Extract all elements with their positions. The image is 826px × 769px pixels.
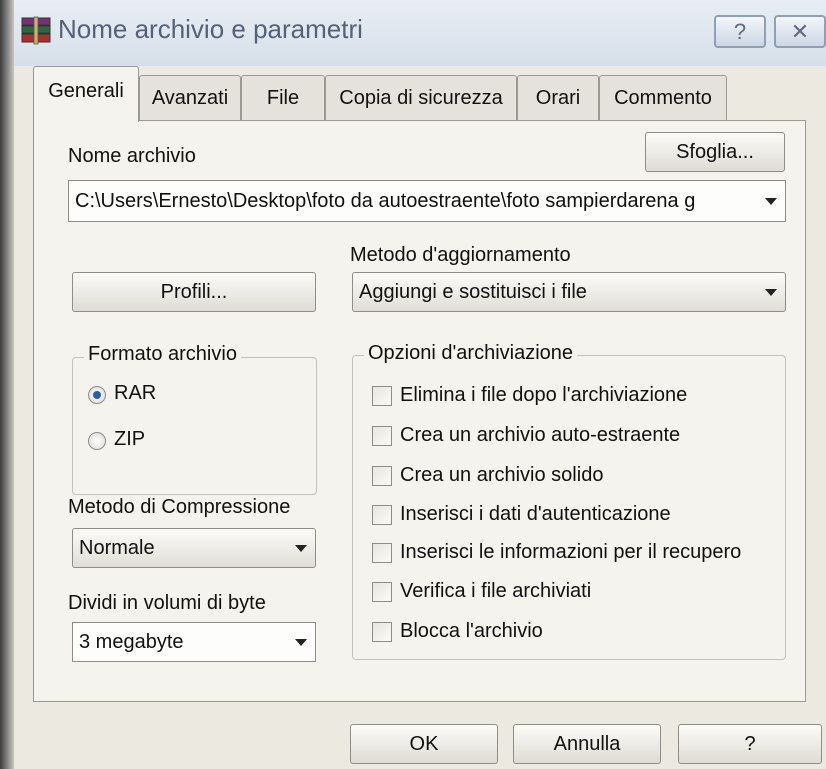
ok-button[interactable]: OK: [350, 724, 498, 764]
format-zip-radio[interactable]: [88, 432, 106, 450]
winrar-books-icon: [20, 16, 52, 46]
profiles-button[interactable]: Profili...: [72, 272, 316, 312]
format-rar-radio[interactable]: [88, 386, 106, 404]
archive-path-value: C:\Users\Ernesto\Desktop\foto da autoest…: [75, 190, 696, 212]
chevron-down-icon[interactable]: [765, 198, 777, 205]
option-checkbox-delete-files[interactable]: [372, 386, 392, 406]
tab-copia-di-sicurezza[interactable]: Copia di sicurezza: [325, 75, 517, 120]
update-method-label: Metodo d'aggiornamento: [350, 244, 571, 266]
option-label-lock[interactable]: Blocca l'archivio: [400, 620, 543, 643]
option-checkbox-authenticity[interactable]: [372, 505, 392, 525]
option-label-authenticity[interactable]: Inserisci i dati d'autenticazione: [400, 503, 671, 526]
tab-generali[interactable]: Generali: [33, 66, 139, 122]
cancel-button[interactable]: Annulla: [513, 724, 661, 764]
option-label-solid[interactable]: Crea un archivio solido: [400, 464, 603, 487]
compression-method-value: Normale: [79, 537, 155, 559]
title-help-button[interactable]: ?: [714, 15, 766, 48]
update-method-value: Aggiungi e sostituisci i file: [359, 281, 587, 303]
tab-commento[interactable]: Commento: [599, 75, 727, 120]
option-checkbox-solid[interactable]: [372, 466, 392, 486]
tab-avanzati[interactable]: Avanzati: [139, 75, 241, 120]
archive-format-group: [72, 357, 317, 495]
option-label-recovery[interactable]: Inserisci le informazioni per il recuper…: [400, 541, 741, 564]
tab-orari[interactable]: Orari: [517, 75, 599, 120]
option-checkbox-recovery[interactable]: [372, 543, 392, 563]
split-volumes-value: 3 megabyte: [79, 631, 184, 653]
update-method-select[interactable]: Aggiungi e sostituisci i file: [352, 272, 786, 312]
browse-button[interactable]: Sfoglia...: [645, 132, 785, 172]
option-checkbox-sfx[interactable]: [372, 426, 392, 446]
archiving-options-title: Opzioni d'archiviazione: [364, 342, 578, 365]
compression-method-select[interactable]: Normale: [72, 528, 316, 568]
option-label-verify[interactable]: Verifica i file archiviati: [400, 580, 591, 603]
window-edge: [0, 0, 14, 769]
chevron-down-icon[interactable]: [765, 289, 777, 296]
help-button[interactable]: ?: [678, 724, 822, 764]
format-rar-label[interactable]: RAR: [114, 382, 156, 405]
format-zip-label[interactable]: ZIP: [114, 428, 145, 451]
archive-path-combo[interactable]: C:\Users\Ernesto\Desktop\foto da autoest…: [68, 180, 786, 222]
option-checkbox-lock[interactable]: [372, 622, 392, 642]
option-checkbox-verify[interactable]: [372, 582, 392, 602]
chevron-down-icon[interactable]: [295, 639, 307, 646]
split-volumes-combo[interactable]: 3 megabyte: [72, 622, 316, 662]
window-title: Nome archivio e parametri: [58, 14, 363, 44]
chevron-down-icon[interactable]: [295, 545, 307, 552]
title-close-button[interactable]: ✕: [774, 15, 826, 48]
compression-method-label: Metodo di Compressione: [68, 496, 291, 518]
archive-name-label: Nome archivio: [68, 145, 196, 167]
tab-file[interactable]: File: [241, 75, 325, 120]
split-volumes-label: Dividi in volumi di byte: [68, 592, 266, 614]
option-label-sfx[interactable]: Crea un archivio auto-estraente: [400, 424, 680, 447]
option-label-delete-files[interactable]: Elimina i file dopo l'archiviazione: [400, 384, 687, 407]
archive-format-title: Formato archivio: [84, 343, 241, 366]
